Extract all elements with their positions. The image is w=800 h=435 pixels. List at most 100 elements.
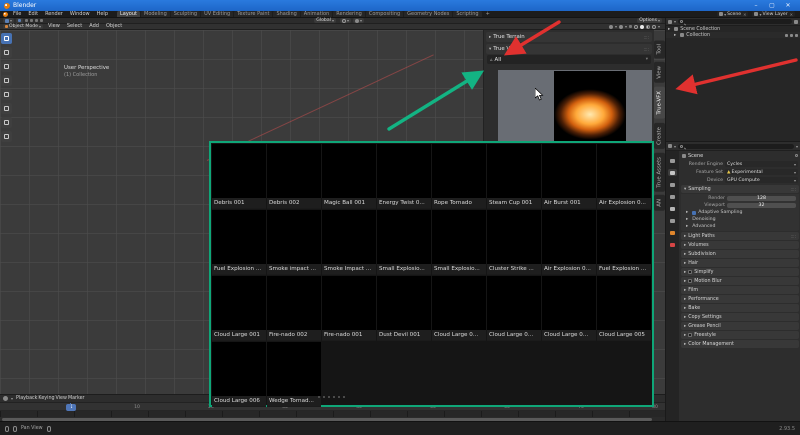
shading-rendered-icon[interactable]	[652, 25, 656, 29]
viewport-menu-select[interactable]: Select	[64, 23, 85, 30]
object-properties-tab[interactable]	[668, 229, 677, 236]
asset-item[interactable]: Fire-nado 001	[322, 276, 376, 341]
subpanel-advanced[interactable]: ▸Advanced	[681, 223, 799, 230]
mode-dropdown[interactable]: Object Mode▾	[3, 24, 43, 29]
physics-properties-tab[interactable]	[668, 241, 677, 248]
outliner-search-input[interactable]	[678, 19, 792, 24]
gizmo-icon[interactable]	[609, 25, 613, 29]
xray-icon[interactable]	[629, 25, 632, 28]
subpanel-adaptive-sampling[interactable]: ▸Adaptive Sampling	[681, 209, 799, 216]
selected-vdb-thumbnail[interactable]	[554, 71, 626, 141]
sampling-render-value[interactable]: 128	[727, 196, 796, 202]
asset-item[interactable]: Air Burst 001	[542, 144, 596, 209]
checkbox-freestyle[interactable]	[688, 333, 692, 337]
tool-properties-tab[interactable]	[668, 157, 677, 164]
overlays-icon[interactable]	[619, 25, 623, 29]
asset-item[interactable]: Debris 002	[267, 144, 321, 209]
section-grease-pencil[interactable]: ▸Grease Pencil	[681, 322, 799, 330]
vdb-preview-browser[interactable]	[498, 70, 652, 141]
workspace-tab-shading[interactable]: Shading	[273, 11, 299, 17]
section-film[interactable]: ▸Film	[681, 286, 799, 294]
workspace-tab-animation[interactable]: Animation	[301, 11, 333, 17]
asset-item[interactable]: Cloud Large 0...	[432, 276, 486, 341]
asset-item[interactable]: Cloud Large 005	[597, 276, 651, 341]
grip-icon[interactable]: ∷∷	[791, 234, 796, 239]
asset-item[interactable]: Air Explosion 0...	[597, 144, 651, 209]
sampling-section-header[interactable]: ▾ Sampling ∷∷	[681, 185, 799, 193]
disclosure-icon[interactable]: ▸	[674, 33, 676, 38]
workspace-tab-modeling[interactable]: Modeling	[141, 11, 170, 17]
viewport-menu-object[interactable]: Object	[103, 23, 125, 30]
measure-tool-button[interactable]	[1, 131, 12, 142]
transform-tool-button[interactable]	[1, 103, 12, 114]
asset-item[interactable]: Fuel Explosion ...	[597, 210, 651, 275]
shading-material-icon[interactable]	[646, 25, 650, 29]
workspace-tab-compositing[interactable]: Compositing	[366, 11, 403, 17]
tool-option-icon[interactable]	[30, 19, 33, 22]
section-light-paths[interactable]: ▸Light Paths∷∷	[681, 232, 799, 240]
grip-icon[interactable]: ∷∷	[644, 47, 649, 52]
asset-item[interactable]: Cluster Strike ...	[487, 210, 541, 275]
menu-help[interactable]: Help	[94, 11, 111, 18]
section-simplify[interactable]: ▸Simplify	[681, 268, 799, 276]
section-volumes[interactable]: ▸Volumes	[681, 241, 799, 249]
tool-option-icon[interactable]	[40, 19, 43, 22]
asset-item[interactable]: Small Explosio...	[377, 210, 431, 275]
options-dropdown[interactable]: Options▾	[637, 18, 662, 23]
timeline-channels[interactable]	[0, 411, 665, 417]
properties-search-input[interactable]	[678, 144, 794, 149]
pin-icon[interactable]	[795, 154, 798, 157]
panel-true-vdb[interactable]: ▾ True VDB ∷∷	[486, 44, 652, 54]
sidebar-tab-create[interactable]: Create	[654, 123, 665, 149]
asset-item[interactable]: Small Explosio...	[432, 210, 486, 275]
menu-window[interactable]: Window	[67, 11, 93, 18]
select-box-tool-button[interactable]	[1, 33, 12, 44]
render-visibility-icon[interactable]	[795, 34, 798, 37]
asset-item[interactable]: Cloud Large 0...	[542, 276, 596, 341]
shading-wireframe-icon[interactable]	[634, 25, 638, 29]
transform-orientation-dropdown[interactable]: Global▾	[314, 18, 336, 23]
blender-menu-icon[interactable]	[3, 12, 8, 17]
section-motion-blur[interactable]: ▸Motion Blur	[681, 277, 799, 285]
asset-item[interactable]: Dust Devil 001	[377, 276, 431, 341]
viewport-menu-add[interactable]: Add	[86, 23, 102, 30]
editor-type-icon[interactable]	[668, 20, 672, 24]
checkbox-simplify[interactable]	[688, 270, 692, 274]
grip-icon[interactable]: ∷∷	[644, 35, 649, 40]
section-performance[interactable]: ▸Performance	[681, 295, 799, 303]
close-button[interactable]: ✕	[780, 0, 796, 11]
sidebar-tab-true-vfx[interactable]: True-VFX	[654, 87, 665, 119]
menu-render[interactable]: Render	[42, 11, 66, 18]
workspace-tab-geometry-nodes[interactable]: Geometry Nodes	[404, 11, 452, 17]
render-properties-tab[interactable]	[668, 169, 677, 176]
asset-item[interactable]: Air Explosion 0...	[542, 210, 596, 275]
section-hair[interactable]: ▸Hair	[681, 259, 799, 267]
section-freestyle[interactable]: ▸Freestyle	[681, 331, 799, 339]
view-layer-selector[interactable]: ▾ View Layer ✕	[752, 11, 795, 17]
workspace-tab-sculpting[interactable]: Sculpting	[171, 11, 200, 17]
field-value-dropdown[interactable]: GPU Compute▾	[725, 177, 798, 183]
asset-item[interactable]: Smoke impact ...	[267, 210, 321, 275]
sidebar-tab-tool[interactable]: Tool	[654, 40, 665, 58]
timeline-menu-keying[interactable]: Keying	[38, 396, 54, 401]
asset-item[interactable]: Smoke Impact ...	[322, 210, 376, 275]
hide-icon[interactable]	[790, 34, 793, 37]
clock-icon[interactable]	[3, 396, 8, 401]
output-properties-tab[interactable]	[668, 181, 677, 188]
asset-item[interactable]: Cloud Large 006	[212, 342, 266, 407]
vdb-category-dropdown[interactable]: ▵ All ▾	[487, 55, 651, 64]
asset-item[interactable]: Cloud Large 0...	[487, 276, 541, 341]
shading-solid-icon[interactable]	[640, 25, 644, 29]
view-layer-properties-tab[interactable]	[668, 193, 677, 200]
section-copy-settings[interactable]: ▸Copy Settings	[681, 313, 799, 321]
filter-icon[interactable]: ▾	[796, 144, 798, 149]
section-bake[interactable]: ▸Bake	[681, 304, 799, 312]
add-workspace-button[interactable]: +	[483, 11, 493, 17]
timeline-menu-view[interactable]: View	[56, 396, 67, 401]
asset-item[interactable]: Wedge Tornad...	[267, 342, 321, 407]
workspace-tab-scripting[interactable]: Scripting	[453, 11, 481, 17]
timeline-menu-marker[interactable]: Marker	[68, 396, 85, 401]
select-tool-button[interactable]	[16, 18, 23, 23]
checkbox-adaptive-sampling[interactable]	[692, 211, 696, 215]
active-tool-dropdown[interactable]: ▾	[3, 18, 14, 23]
